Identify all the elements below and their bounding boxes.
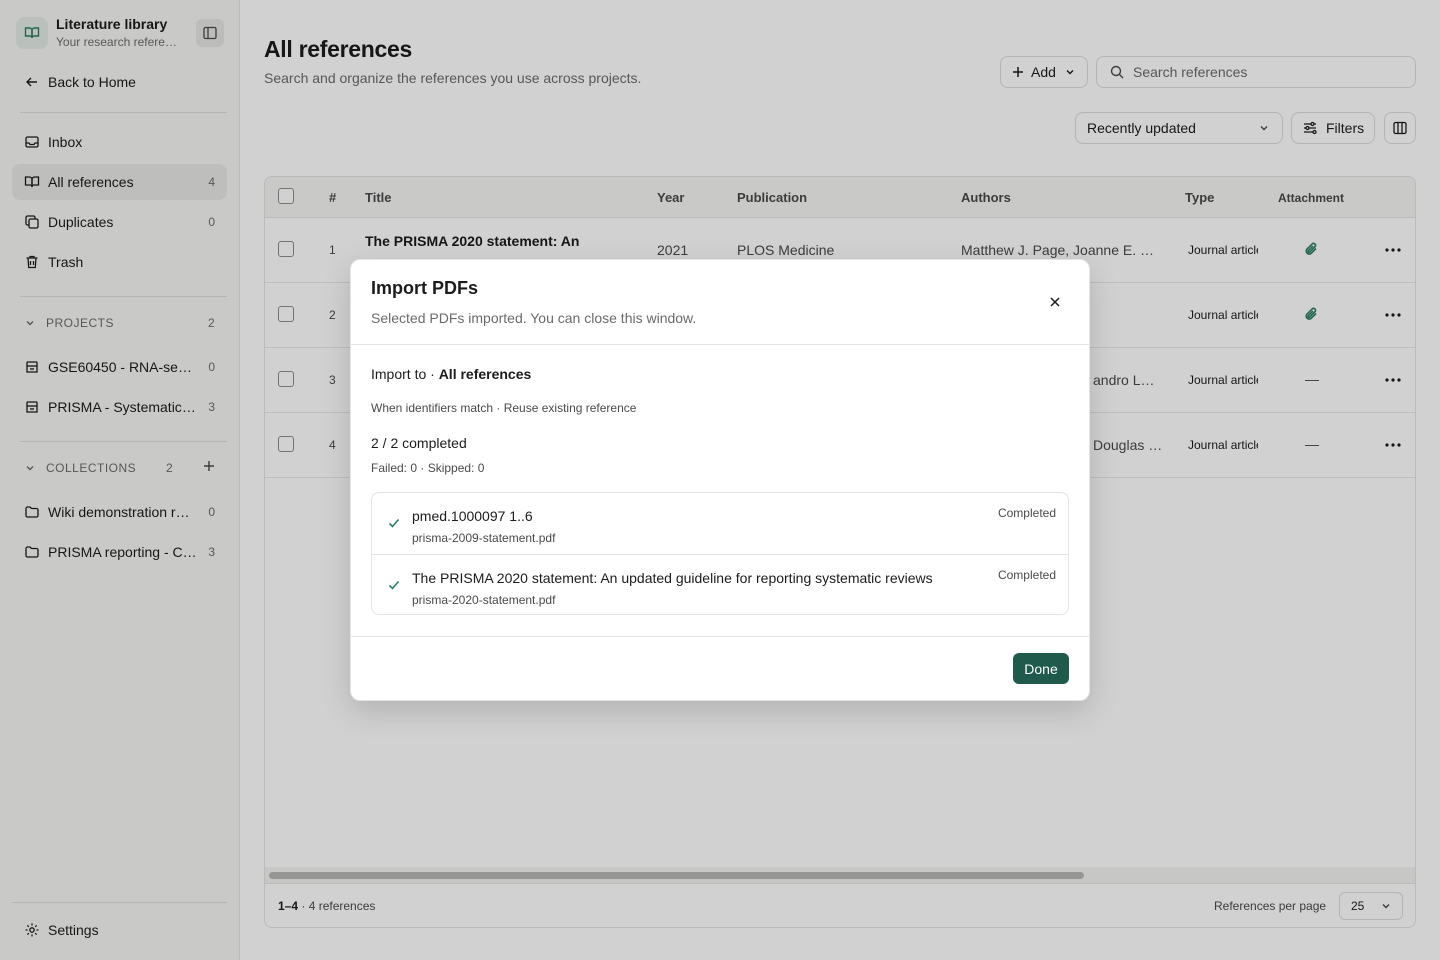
import-destination: Import to · All references <box>371 366 532 382</box>
file-status: Completed <box>997 506 1056 520</box>
dialog-subtitle: Selected PDFs imported. You can close th… <box>371 310 697 326</box>
check-icon <box>386 577 402 593</box>
list-item: pmed.1000097 1..6 prisma-2009-statement.… <box>372 493 1068 554</box>
imported-files-list: pmed.1000097 1..6 prisma-2009-statement.… <box>371 492 1069 615</box>
dialog-title: Import PDFs <box>371 278 479 298</box>
identifier-rule: When identifiers match · Reuse existing … <box>371 401 637 415</box>
file-name: prisma-2020-statement.pdf <box>412 593 556 607</box>
divider <box>351 344 1089 345</box>
close-icon[interactable] <box>1045 292 1065 312</box>
import-failed-skipped: Failed: 0 · Skipped: 0 <box>371 461 485 475</box>
file-title: pmed.1000097 1..6 <box>412 508 533 524</box>
check-icon <box>386 515 402 531</box>
file-status: Completed <box>997 568 1056 582</box>
file-title: The PRISMA 2020 statement: An updated gu… <box>412 570 933 586</box>
import-progress: 2 / 2 completed <box>371 435 467 451</box>
done-button[interactable]: Done <box>1013 653 1069 684</box>
list-item: The PRISMA 2020 statement: An updated gu… <box>372 554 1068 615</box>
import-pdfs-dialog: Import PDFs Selected PDFs imported. You … <box>350 259 1090 701</box>
divider <box>351 636 1089 637</box>
file-name: prisma-2009-statement.pdf <box>412 531 556 545</box>
